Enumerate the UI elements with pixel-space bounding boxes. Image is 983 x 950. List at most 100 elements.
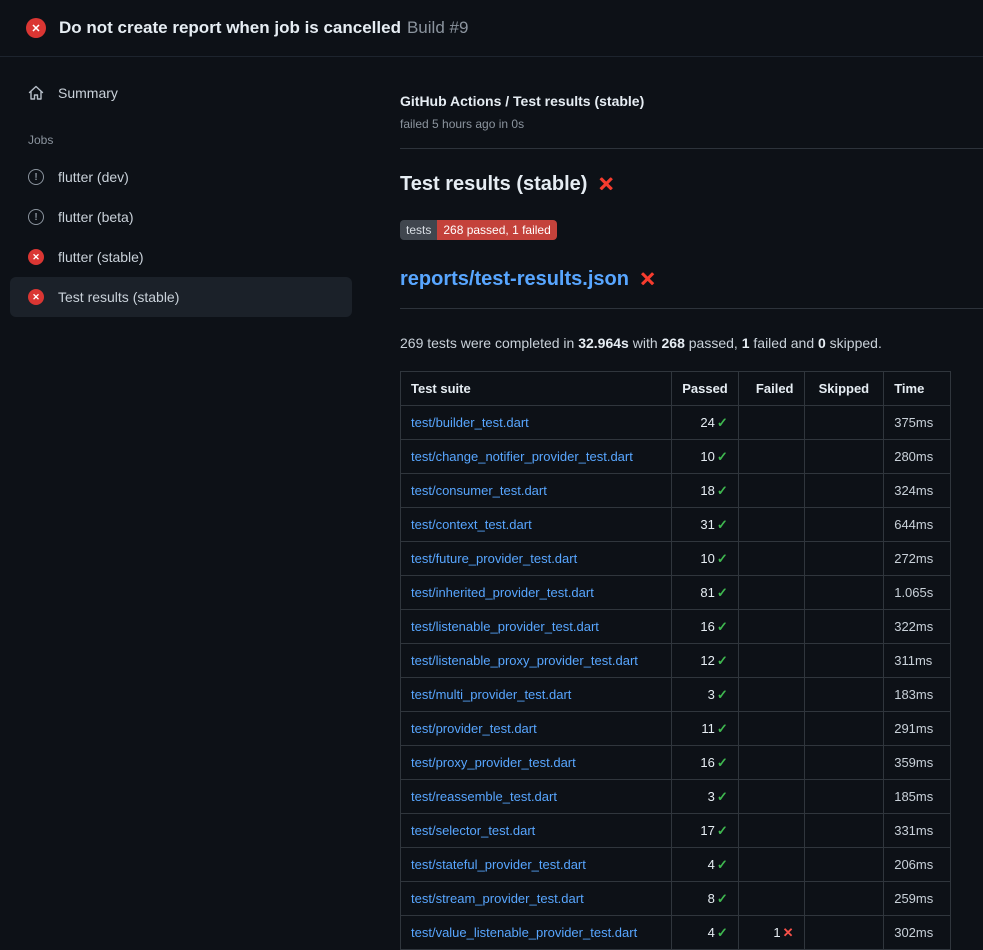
test-suite-link[interactable]: test/consumer_test.dart bbox=[411, 483, 547, 498]
failed-status-icon: ✕ bbox=[28, 249, 44, 265]
test-suite-link[interactable]: test/selector_test.dart bbox=[411, 823, 535, 838]
test-suite-link[interactable]: test/change_notifier_provider_test.dart bbox=[411, 449, 633, 464]
passed-cell: 17✓ bbox=[672, 814, 739, 848]
test-suite-cell: test/listenable_proxy_provider_test.dart bbox=[401, 644, 672, 678]
table-row: test/inherited_provider_test.dart81✓1.06… bbox=[401, 576, 951, 610]
summary-passed-count: 268 bbox=[662, 335, 685, 351]
time-cell: 311ms bbox=[884, 644, 951, 678]
results-table-body: test/builder_test.dart 24✓ 375ms test/chang… bbox=[401, 406, 951, 950]
divider bbox=[400, 148, 983, 149]
time-cell: 272ms bbox=[884, 542, 951, 576]
skipped-cell bbox=[804, 576, 884, 610]
skipped-cell bbox=[804, 406, 884, 440]
time-cell: 375ms bbox=[884, 406, 951, 440]
col-header-time: Time bbox=[884, 372, 951, 406]
table-header-row: Test suite Passed Failed Skipped Time bbox=[401, 372, 951, 406]
test-suite-cell: test/inherited_provider_test.dart bbox=[401, 576, 672, 610]
passed-cell-count: 18 bbox=[700, 483, 714, 498]
build-header: ✕ Do not create report when job is cance… bbox=[0, 0, 983, 57]
passed-cell: 24✓ bbox=[672, 406, 739, 440]
sidebar-item-label: flutter (stable) bbox=[58, 249, 144, 265]
passed-cell: 12✓ bbox=[672, 644, 739, 678]
jobs-section-label: Jobs bbox=[10, 113, 352, 157]
check-icon: ✓ bbox=[717, 789, 728, 804]
skipped-cell bbox=[804, 746, 884, 780]
skipped-cell bbox=[804, 610, 884, 644]
passed-cell: 11✓ bbox=[672, 712, 739, 746]
check-icon: ✓ bbox=[717, 517, 728, 532]
time-cell: 206ms bbox=[884, 848, 951, 882]
report-link[interactable]: reports/test-results.json bbox=[400, 268, 629, 291]
sidebar-item-label: flutter (beta) bbox=[58, 209, 133, 225]
skipped-cell bbox=[804, 916, 884, 950]
test-suite-cell: test/listenable_provider_test.dart bbox=[401, 610, 672, 644]
summary-text: passed, bbox=[685, 335, 742, 351]
test-suite-link[interactable]: test/future_provider_test.dart bbox=[411, 551, 577, 566]
check-icon: ✓ bbox=[717, 857, 728, 872]
test-suite-link[interactable]: test/listenable_provider_test.dart bbox=[411, 619, 599, 634]
summary-text: failed and bbox=[750, 335, 819, 351]
passed-cell-count: 4 bbox=[708, 925, 715, 940]
badge-value: 268 passed, 1 failed bbox=[437, 220, 556, 240]
report-title: reports/test-results.json ✕ bbox=[400, 268, 983, 291]
test-suite-cell: test/future_provider_test.dart bbox=[401, 542, 672, 576]
table-row: test/value_listenable_provider_test.dart… bbox=[401, 916, 951, 950]
check-icon: ✓ bbox=[717, 925, 728, 940]
check-icon: ✓ bbox=[717, 449, 728, 464]
test-suite-link[interactable]: test/proxy_provider_test.dart bbox=[411, 755, 576, 770]
skipped-cell bbox=[804, 644, 884, 678]
build-number: Build #9 bbox=[407, 18, 468, 37]
passed-cell-count: 12 bbox=[700, 653, 714, 668]
time-cell: 644ms bbox=[884, 508, 951, 542]
table-row: test/selector_test.dart17✓331ms bbox=[401, 814, 951, 848]
time-cell: 302ms bbox=[884, 916, 951, 950]
table-row: test/listenable_proxy_provider_test.dart… bbox=[401, 644, 951, 678]
test-suite-link[interactable]: test/value_listenable_provider_test.dart bbox=[411, 925, 637, 940]
skipped-cell bbox=[804, 712, 884, 746]
test-suite-cell: test/context_test.dart bbox=[401, 508, 672, 542]
failed-cell bbox=[738, 746, 804, 780]
failed-cell bbox=[738, 644, 804, 678]
test-suite-link[interactable]: test/context_test.dart bbox=[411, 517, 532, 532]
sidebar-item-flutter-stable[interactable]: ✕ flutter (stable) bbox=[10, 237, 352, 277]
test-suite-cell: test/stateful_provider_test.dart bbox=[401, 848, 672, 882]
time-cell: 322ms bbox=[884, 610, 951, 644]
summary-text: 269 tests were completed in bbox=[400, 335, 578, 351]
table-row: test/stateful_provider_test.dart 4✓ 206ms bbox=[401, 848, 951, 882]
check-icon: ✓ bbox=[717, 755, 728, 770]
passed-cell: 16✓ bbox=[672, 610, 739, 644]
sidebar-item-test-results-stable[interactable]: ✕ Test results (stable) bbox=[10, 277, 352, 317]
sidebar-item-flutter-beta[interactable]: ! flutter (beta) bbox=[10, 197, 352, 237]
failed-x-icon: ✕ bbox=[597, 175, 614, 195]
test-suite-link[interactable]: test/multi_provider_test.dart bbox=[411, 687, 571, 702]
time-cell: 324ms bbox=[884, 474, 951, 508]
badge-label: tests bbox=[400, 220, 437, 240]
test-suite-link[interactable]: test/stream_provider_test.dart bbox=[411, 891, 584, 906]
sidebar-item-summary[interactable]: Summary bbox=[10, 73, 352, 113]
test-suite-link[interactable]: test/listenable_proxy_provider_test.dart bbox=[411, 653, 638, 668]
passed-cell: 31✓ bbox=[672, 508, 739, 542]
failed-cell-count: 1 bbox=[773, 925, 780, 940]
passed-cell: 3✓ bbox=[672, 678, 739, 712]
skipped-cell bbox=[804, 678, 884, 712]
skipped-cell bbox=[804, 848, 884, 882]
failed-cell bbox=[738, 678, 804, 712]
passed-cell: 4✓ bbox=[672, 916, 739, 950]
passed-cell-count: 31 bbox=[700, 517, 714, 532]
main-content: GitHub Actions / Test results (stable) f… bbox=[362, 57, 983, 950]
test-suite-link[interactable]: test/inherited_provider_test.dart bbox=[411, 585, 594, 600]
test-suite-link[interactable]: test/stateful_provider_test.dart bbox=[411, 857, 586, 872]
skipped-cell bbox=[804, 882, 884, 916]
summary-text: skipped. bbox=[826, 335, 882, 351]
test-suite-link[interactable]: test/reassemble_test.dart bbox=[411, 789, 557, 804]
passed-cell: 4✓ bbox=[672, 848, 739, 882]
passed-cell-count: 10 bbox=[700, 449, 714, 464]
tests-status-badge: tests 268 passed, 1 failed bbox=[400, 220, 557, 240]
test-suite-link[interactable]: test/builder_test.dart bbox=[411, 415, 529, 430]
check-icon: ✓ bbox=[717, 619, 728, 634]
test-suite-link[interactable]: test/provider_test.dart bbox=[411, 721, 537, 736]
test-suite-cell: test/proxy_provider_test.dart bbox=[401, 746, 672, 780]
skipped-cell bbox=[804, 780, 884, 814]
sidebar-item-flutter-dev[interactable]: ! flutter (dev) bbox=[10, 157, 352, 197]
passed-cell: 81✓ bbox=[672, 576, 739, 610]
